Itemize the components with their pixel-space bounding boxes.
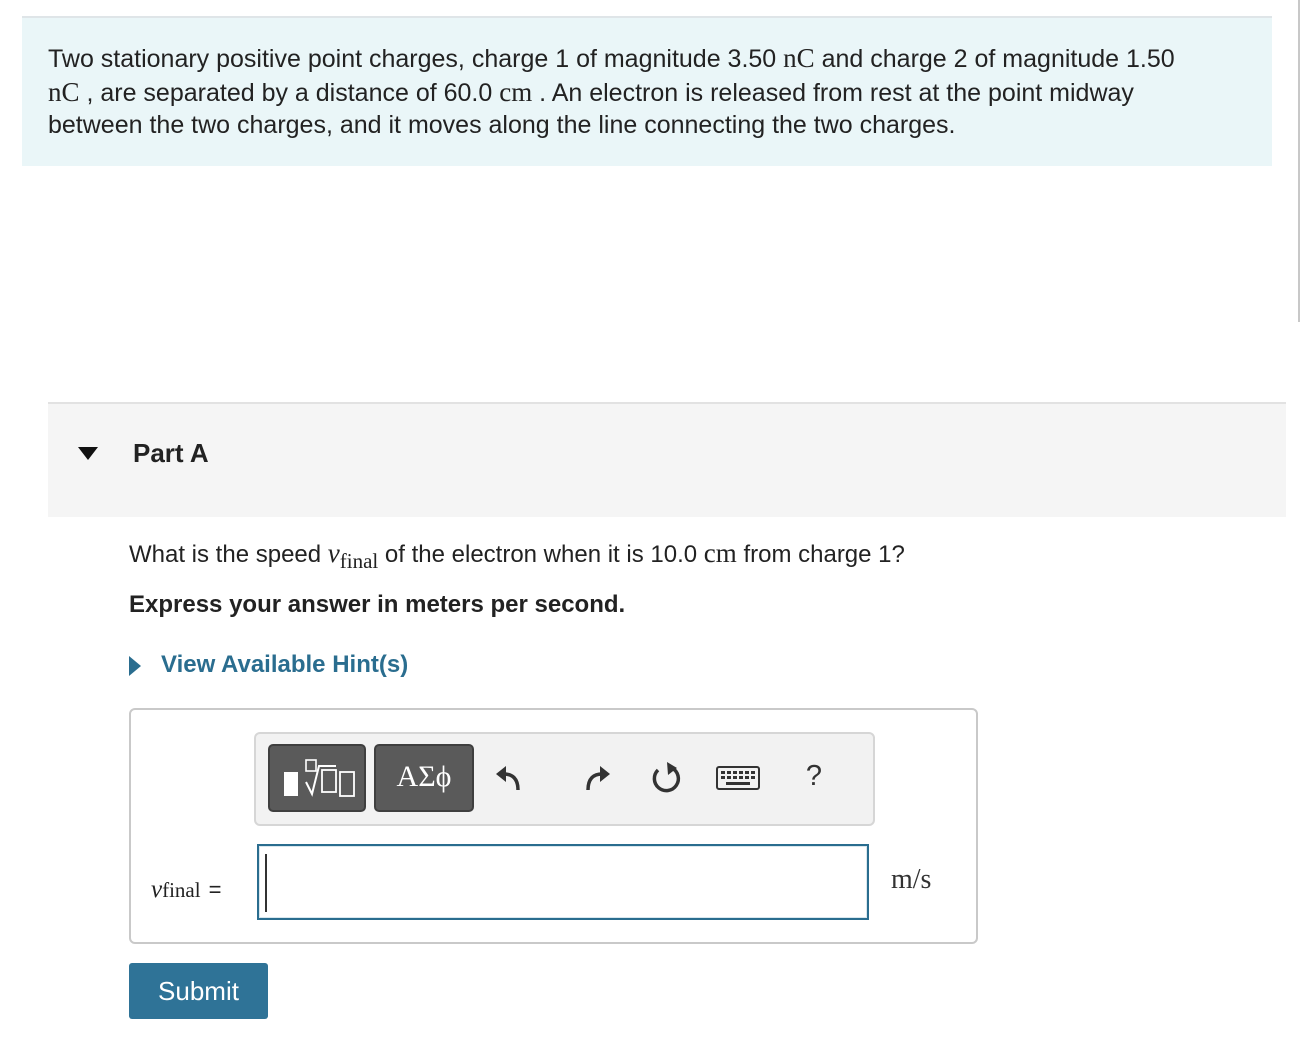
unit-nc: nC — [783, 43, 815, 73]
answer-variable-label: vfinal = — [151, 876, 222, 903]
undo-button[interactable] — [490, 754, 530, 802]
unit-nc: nC — [48, 76, 80, 107]
redo-icon — [586, 766, 610, 791]
keyboard-icon — [716, 766, 760, 790]
templates-icon — [284, 759, 355, 797]
unit-cm: cm — [499, 76, 533, 107]
question-unit: cm — [703, 538, 737, 568]
problem-line-1: Two stationary positive point charges, c… — [48, 43, 1175, 73]
reset-button[interactable] — [646, 754, 686, 802]
templates-button[interactable] — [268, 744, 366, 812]
caret-right-icon — [129, 656, 141, 676]
keyboard-button[interactable] — [714, 754, 762, 802]
var-subscript: final — [339, 549, 379, 573]
question-text: What is the speed vfinal of the electron… — [129, 538, 905, 573]
problem-statement: Two stationary positive point charges, c… — [22, 18, 1272, 166]
caret-down-icon[interactable] — [78, 447, 98, 460]
text-cursor — [265, 854, 267, 912]
submit-button[interactable]: Submit — [129, 963, 268, 1019]
answer-panel: ΑΣϕ ? vfinal = m/s — [129, 708, 978, 944]
problem-line-2: nC , are separated by a distance of 60.0… — [48, 76, 1134, 107]
var-symbol: v — [327, 538, 340, 568]
problem-line-3: between the two charges, and it moves al… — [48, 111, 956, 139]
hint-label[interactable]: View Available Hint(s) — [161, 651, 408, 679]
answer-unit: m/s — [891, 864, 932, 895]
redo-button[interactable] — [576, 754, 616, 802]
math-toolbar: ΑΣϕ ? — [254, 732, 875, 826]
answer-instruction: Express your answer in meters per second… — [129, 591, 626, 618]
undo-icon — [496, 766, 520, 791]
help-button[interactable]: ? — [794, 754, 834, 802]
reset-icon — [652, 762, 681, 793]
symbols-button[interactable]: ΑΣϕ — [374, 744, 474, 812]
part-a-header[interactable]: Part A — [48, 402, 1286, 517]
answer-input[interactable] — [257, 844, 869, 920]
part-title: Part A — [133, 438, 209, 468]
